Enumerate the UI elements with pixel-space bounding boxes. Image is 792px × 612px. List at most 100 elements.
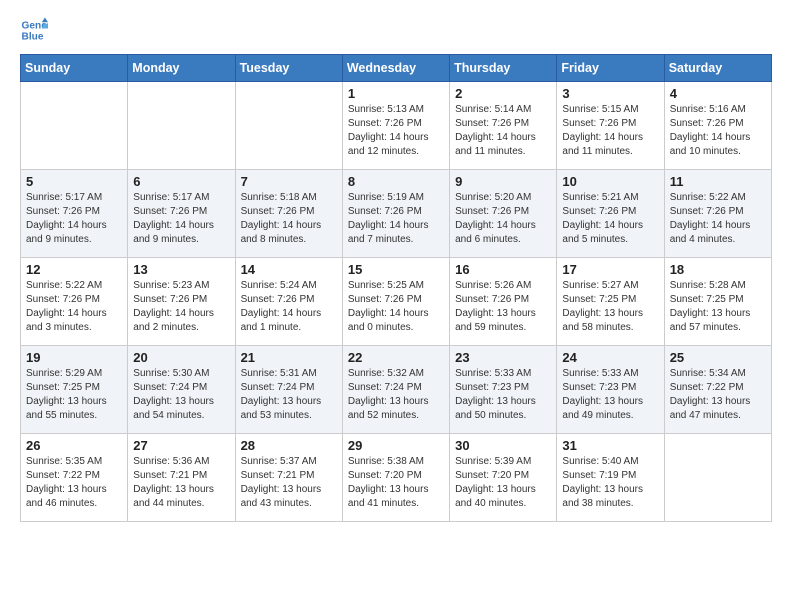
calendar-cell: 21Sunrise: 5:31 AM Sunset: 7:24 PM Dayli…: [235, 346, 342, 434]
day-info: Sunrise: 5:34 AM Sunset: 7:22 PM Dayligh…: [670, 367, 766, 423]
day-info: Sunrise: 5:33 AM Sunset: 7:23 PM Dayligh…: [455, 367, 551, 423]
day-info: Sunrise: 5:17 AM Sunset: 7:26 PM Dayligh…: [26, 191, 122, 247]
calendar-cell: 24 Sunrise: 5:33 AM Sunset: 7:23 PM Dayli…: [557, 346, 664, 434]
day-number: 4: [670, 86, 766, 101]
day-number: 11: [670, 174, 766, 189]
calendar-cell: 20 Sunrise: 5:30 AM Sunset: 7:24 PM Dayli…: [128, 346, 235, 434]
day-info: Sunrise: 5:21 AM Sunset: 7:26 PM Dayligh…: [562, 191, 658, 247]
day-info: Sunrise: 5:36 AM Sunset: 7:21 PM Dayligh…: [133, 455, 229, 511]
day-info: Sunrise: 5:24 AM Sunset: 7:26 PM Dayligh…: [241, 279, 337, 335]
day-number: 21: [241, 350, 337, 365]
logo: General Blue: [20, 16, 52, 44]
day-info: Sunrise: 5:19 AM Sunset: 7:26 PM Dayligh…: [348, 191, 444, 247]
day-info: Sunrise: 5:40 AM Sunset: 7:19 PM Dayligh…: [562, 455, 658, 511]
day-number: 13: [133, 262, 229, 277]
day-info: Sunrise: 5:32 AM Sunset: 7:24 PM Dayligh…: [348, 367, 444, 423]
calendar-cell: 22Sunrise: 5:32 AM Sunset: 7:24 PM Dayli…: [342, 346, 449, 434]
weekday-header-monday: Monday: [128, 55, 235, 82]
day-number: 9: [455, 174, 551, 189]
calendar-cell: 9 Sunrise: 5:20 AM Sunset: 7:26 PM Daylig…: [450, 170, 557, 258]
day-info: Sunrise: 5:28 AM Sunset: 7:25 PM Dayligh…: [670, 279, 766, 335]
week-row-5: 26 Sunrise: 5:35 AM Sunset: 7:22 PM Dayli…: [21, 434, 772, 522]
day-number: 31: [562, 438, 658, 453]
day-number: 20: [133, 350, 229, 365]
calendar-cell: 28 Sunrise: 5:37 AM Sunset: 7:21 PM Dayli…: [235, 434, 342, 522]
calendar-cell: 5 Sunrise: 5:17 AM Sunset: 7:26 PM Daylig…: [21, 170, 128, 258]
calendar-cell: 15 Sunrise: 5:25 AM Sunset: 7:26 PM Dayli…: [342, 258, 449, 346]
day-info: Sunrise: 5:35 AM Sunset: 7:22 PM Dayligh…: [26, 455, 122, 511]
day-info: Sunrise: 5:37 AM Sunset: 7:21 PM Dayligh…: [241, 455, 337, 511]
calendar-cell: 7 Sunrise: 5:18 AM Sunset: 7:26 PM Daylig…: [235, 170, 342, 258]
day-number: 15: [348, 262, 444, 277]
day-number: 19: [26, 350, 122, 365]
day-info: Sunrise: 5:30 AM Sunset: 7:24 PM Dayligh…: [133, 367, 229, 423]
day-number: 6: [133, 174, 229, 189]
day-info: Sunrise: 5:13 AM Sunset: 7:26 PM Dayligh…: [348, 103, 444, 159]
calendar-cell: 3 Sunrise: 5:15 AM Sunset: 7:26 PM Daylig…: [557, 82, 664, 170]
day-info: Sunrise: 5:33 AM Sunset: 7:23 PM Dayligh…: [562, 367, 658, 423]
calendar-cell: 4 Sunrise: 5:16 AM Sunset: 7:26 PM Daylig…: [664, 82, 771, 170]
day-info: Sunrise: 5:29 AM Sunset: 7:25 PM Dayligh…: [26, 367, 122, 423]
calendar-cell: [128, 82, 235, 170]
day-info: Sunrise: 5:18 AM Sunset: 7:26 PM Dayligh…: [241, 191, 337, 247]
calendar-cell: 19 Sunrise: 5:29 AM Sunset: 7:25 PM Dayli…: [21, 346, 128, 434]
week-row-3: 12 Sunrise: 5:22 AM Sunset: 7:26 PM Dayli…: [21, 258, 772, 346]
calendar-cell: 12 Sunrise: 5:22 AM Sunset: 7:26 PM Dayli…: [21, 258, 128, 346]
day-number: 2: [455, 86, 551, 101]
day-number: 7: [241, 174, 337, 189]
calendar-cell: 2Sunrise: 5:14 AM Sunset: 7:26 PM Daylig…: [450, 82, 557, 170]
calendar-cell: 31 Sunrise: 5:40 AM Sunset: 7:19 PM Dayli…: [557, 434, 664, 522]
calendar-cell: [664, 434, 771, 522]
day-info: Sunrise: 5:22 AM Sunset: 7:26 PM Dayligh…: [670, 191, 766, 247]
calendar-cell: 8 Sunrise: 5:19 AM Sunset: 7:26 PM Daylig…: [342, 170, 449, 258]
day-number: 28: [241, 438, 337, 453]
day-info: Sunrise: 5:38 AM Sunset: 7:20 PM Dayligh…: [348, 455, 444, 511]
day-number: 1: [348, 86, 444, 101]
calendar-cell: 16 Sunrise: 5:26 AM Sunset: 7:26 PM Dayli…: [450, 258, 557, 346]
day-number: 12: [26, 262, 122, 277]
weekday-header-row: SundayMondayTuesdayWednesdayThursdayFrid…: [21, 55, 772, 82]
header: General Blue: [20, 16, 772, 44]
day-number: 25: [670, 350, 766, 365]
weekday-header-wednesday: Wednesday: [342, 55, 449, 82]
week-row-4: 19 Sunrise: 5:29 AM Sunset: 7:25 PM Dayli…: [21, 346, 772, 434]
calendar-cell: 25 Sunrise: 5:34 AM Sunset: 7:22 PM Dayli…: [664, 346, 771, 434]
weekday-header-sunday: Sunday: [21, 55, 128, 82]
day-info: Sunrise: 5:15 AM Sunset: 7:26 PM Dayligh…: [562, 103, 658, 159]
day-number: 16: [455, 262, 551, 277]
calendar-cell: 26 Sunrise: 5:35 AM Sunset: 7:22 PM Dayli…: [21, 434, 128, 522]
weekday-header-friday: Friday: [557, 55, 664, 82]
day-number: 24: [562, 350, 658, 365]
day-number: 3: [562, 86, 658, 101]
day-info: Sunrise: 5:16 AM Sunset: 7:26 PM Dayligh…: [670, 103, 766, 159]
day-info: Sunrise: 5:23 AM Sunset: 7:26 PM Dayligh…: [133, 279, 229, 335]
page: General Blue SundayMondayTuesdayWednesda…: [0, 0, 792, 534]
calendar-cell: 13 Sunrise: 5:23 AM Sunset: 7:26 PM Dayli…: [128, 258, 235, 346]
day-number: 8: [348, 174, 444, 189]
week-row-2: 5 Sunrise: 5:17 AM Sunset: 7:26 PM Daylig…: [21, 170, 772, 258]
day-number: 29: [348, 438, 444, 453]
day-info: Sunrise: 5:20 AM Sunset: 7:26 PM Dayligh…: [455, 191, 551, 247]
weekday-header-tuesday: Tuesday: [235, 55, 342, 82]
day-number: 26: [26, 438, 122, 453]
day-info: Sunrise: 5:26 AM Sunset: 7:26 PM Dayligh…: [455, 279, 551, 335]
calendar-cell: 10 Sunrise: 5:21 AM Sunset: 7:26 PM Dayli…: [557, 170, 664, 258]
day-number: 30: [455, 438, 551, 453]
calendar-cell: 6 Sunrise: 5:17 AM Sunset: 7:26 PM Daylig…: [128, 170, 235, 258]
svg-text:Blue: Blue: [22, 31, 44, 42]
day-info: Sunrise: 5:22 AM Sunset: 7:26 PM Dayligh…: [26, 279, 122, 335]
day-info: Sunrise: 5:17 AM Sunset: 7:26 PM Dayligh…: [133, 191, 229, 247]
calendar-cell: [235, 82, 342, 170]
calendar-table: SundayMondayTuesdayWednesdayThursdayFrid…: [20, 54, 772, 522]
day-number: 17: [562, 262, 658, 277]
day-number: 10: [562, 174, 658, 189]
logo-icon: General Blue: [20, 16, 48, 44]
day-number: 27: [133, 438, 229, 453]
day-info: Sunrise: 5:25 AM Sunset: 7:26 PM Dayligh…: [348, 279, 444, 335]
day-info: Sunrise: 5:39 AM Sunset: 7:20 PM Dayligh…: [455, 455, 551, 511]
day-info: Sunrise: 5:27 AM Sunset: 7:25 PM Dayligh…: [562, 279, 658, 335]
calendar-cell: 17 Sunrise: 5:27 AM Sunset: 7:25 PM Dayli…: [557, 258, 664, 346]
day-number: 5: [26, 174, 122, 189]
week-row-1: 1 Sunrise: 5:13 AM Sunset: 7:26 PM Daylig…: [21, 82, 772, 170]
calendar-cell: 11 Sunrise: 5:22 AM Sunset: 7:26 PM Dayli…: [664, 170, 771, 258]
